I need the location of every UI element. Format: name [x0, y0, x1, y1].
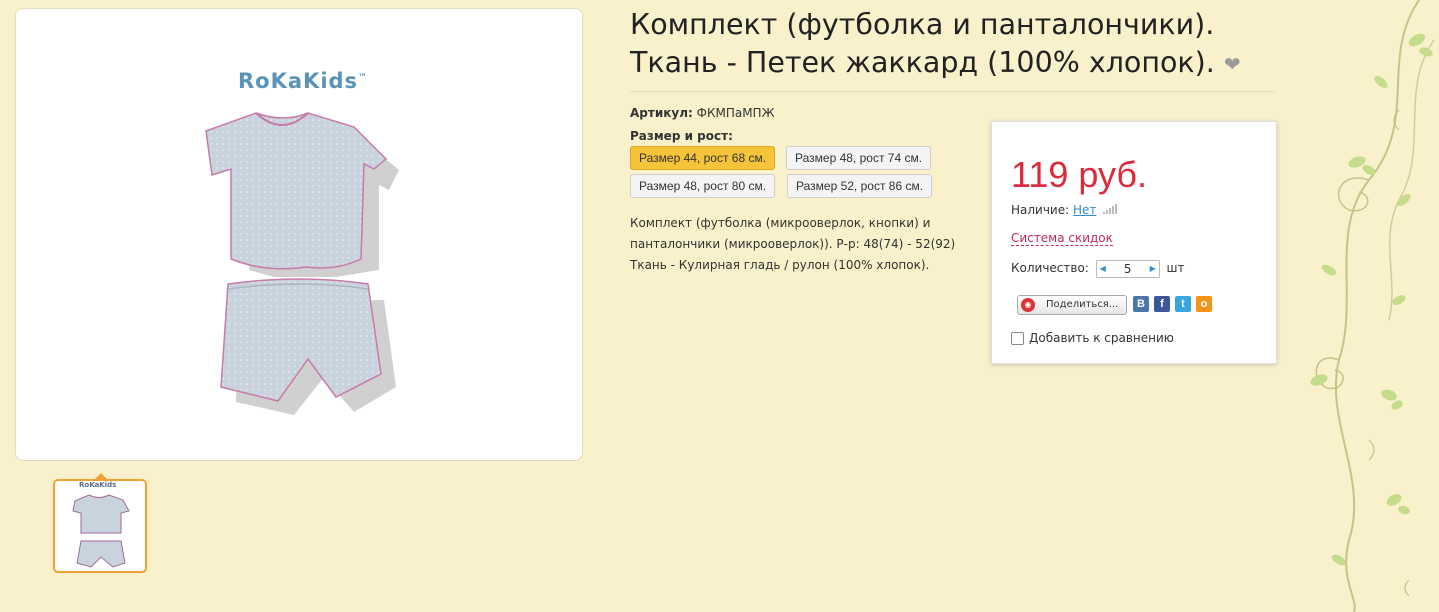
size-option-52-86[interactable]: Размер 52, рост 86 см. — [787, 174, 933, 198]
thumbnail-photo — [72, 494, 130, 568]
product-photo — [205, 112, 399, 415]
quantity-stepper[interactable]: ◀ 5 ▶ — [1095, 259, 1160, 278]
sku-label: Артикул: — [630, 106, 693, 120]
product-main-image[interactable]: RoKaKids™ — [15, 8, 583, 461]
share-icon: ◉ — [1021, 298, 1035, 312]
discount-system-link[interactable]: Система скидок — [1011, 231, 1113, 246]
decorative-vines — [1310, 0, 1435, 612]
quantity-row: Количество: ◀ 5 ▶ шт — [1011, 259, 1185, 278]
size-option-44-68[interactable]: Размер 44, рост 68 см. — [630, 146, 776, 170]
vk-icon[interactable]: В — [1133, 296, 1149, 312]
price: 119 руб. — [1011, 154, 1148, 195]
share-button[interactable]: ◉ Поделиться... — [1017, 295, 1127, 315]
size-option-48-74[interactable]: Размер 48, рост 74 см. — [786, 146, 932, 170]
signal-icon — [1103, 203, 1118, 217]
divider — [630, 91, 1275, 92]
sku-value: ФКМПаМПЖ — [696, 106, 775, 120]
product-thumbnail[interactable]: RoKaKids — [53, 479, 147, 573]
availability-label: Наличие: — [1011, 203, 1070, 217]
quantity-unit: шт — [1166, 261, 1185, 275]
size-label: Размер и рост: — [630, 129, 733, 143]
size-option-48-80[interactable]: Размер 48, рост 80 см. — [630, 174, 776, 198]
facebook-icon[interactable]: f — [1154, 296, 1170, 312]
product-description: Комплект (футболка (микрооверлок, кнопки… — [630, 213, 975, 276]
buy-box: 119 руб. Наличие: Нет Система скидок Кол… — [991, 121, 1277, 364]
description-line: Комплект (футболка (микрооверлок, кнопки… — [630, 216, 931, 230]
quantity-label: Количество: — [1011, 261, 1089, 275]
compare-toggle[interactable]: Добавить к сравнению — [1011, 331, 1174, 345]
description-line: панталончики (микрооверлок)). Р-р: 48(74… — [630, 237, 956, 251]
decrement-icon[interactable]: ◀ — [1098, 261, 1108, 277]
compare-checkbox[interactable] — [1011, 332, 1024, 345]
compare-label: Добавить к сравнению — [1029, 331, 1174, 345]
odnoklassniki-icon[interactable]: о — [1196, 296, 1212, 312]
heart-icon[interactable]: ❤ — [1224, 52, 1241, 76]
availability-link[interactable]: Нет — [1073, 203, 1096, 217]
quantity-input[interactable]: 5 — [1109, 261, 1147, 277]
share-label: Поделиться... — [1046, 299, 1119, 310]
increment-icon[interactable]: ▶ — [1148, 261, 1158, 277]
twitter-icon[interactable]: t — [1175, 296, 1191, 312]
description-line: Ткань - Кулирная гладь / рулон (100% хло… — [630, 258, 930, 272]
sku: Артикул: ФКМПаМПЖ — [630, 106, 775, 120]
product-title: Комплект (футболка и панталончики). Ткан… — [630, 8, 1241, 79]
availability: Наличие: Нет — [1011, 203, 1118, 217]
